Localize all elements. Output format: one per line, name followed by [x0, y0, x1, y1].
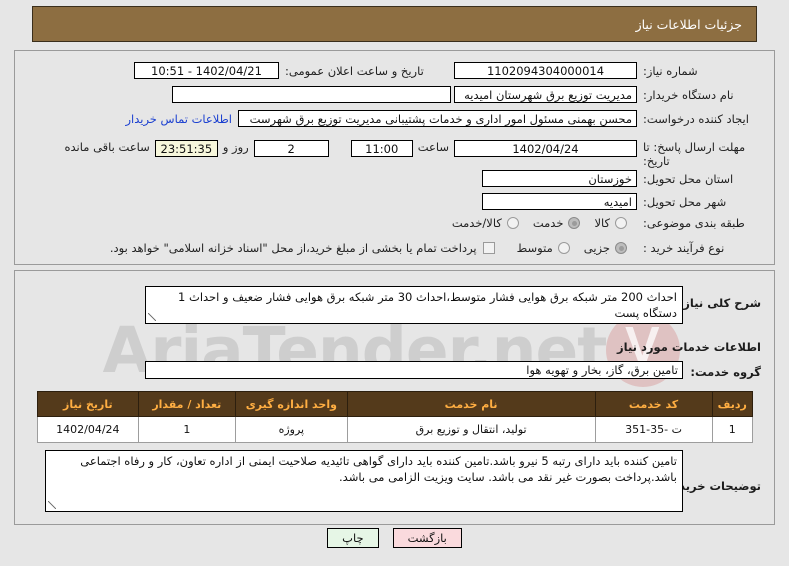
back-button[interactable]: بازگشت: [392, 528, 462, 548]
process-row: نوع فرآیند خرید : جزیی متوسط پرداخت تمام…: [110, 241, 757, 255]
category-row: طبقه بندی موضوعی: کالا خدمت کالا/خدمت: [452, 216, 757, 230]
process-radio-motavaset[interactable]: [557, 242, 570, 254]
buyer-org-label: نام دستگاه خریدار:: [643, 87, 734, 102]
th-need-date: تاریخ نیاز: [37, 391, 139, 417]
city-field[interactable]: امیدیه: [482, 193, 637, 210]
city-row: شهر محل تحویل: امیدیه: [482, 193, 757, 210]
th-service-name: نام خدمت: [346, 391, 596, 417]
table-row: 1 ت -35-351 تولید، انتقال و توزیع برق پر…: [37, 416, 754, 443]
deadline-row: مهلت ارسال پاسخ: تا تاریخ: 1402/04/24 سا…: [65, 140, 758, 168]
category-option-label-0: کالا: [594, 216, 610, 230]
need-number-label: شماره نیاز:: [643, 63, 698, 78]
cell-unit: پروژه: [234, 416, 348, 443]
buyer-notes-textarea[interactable]: تامین کننده باید دارای رتبه 5 نیرو باشد.…: [45, 450, 683, 512]
description-textarea[interactable]: احداث 200 متر شبکه برق هوایی فشار متوسط،…: [145, 286, 683, 324]
process-radio-jozi[interactable]: [615, 242, 627, 254]
treasury-note-label: پرداخت تمام یا بخشی از مبلغ خرید،از محل …: [109, 241, 477, 255]
countdown-label: ساعت باقی مانده: [64, 140, 150, 154]
cell-service-code: ت -35-351: [594, 416, 713, 443]
category-label: طبقه بندی موضوعی:: [643, 216, 745, 230]
cell-radif: 1: [711, 416, 754, 443]
description-label: شرح کلی نیاز:: [678, 296, 761, 310]
services-section-heading: اطلاعات خدمات مورد نیاز: [617, 340, 761, 354]
category-radio-khedmat[interactable]: [568, 217, 581, 229]
need-number-row: شماره نیاز: 1102094304000014: [454, 62, 757, 79]
province-field[interactable]: خوزستان: [482, 170, 637, 187]
service-group-label: گروه خدمت:: [690, 365, 761, 379]
th-radif: ردیف: [711, 391, 754, 417]
category-option-label-2: کالا/خدمت: [451, 216, 502, 230]
remaining-days-label: روز و: [222, 140, 249, 154]
need-number-field[interactable]: 1102094304000014: [454, 62, 637, 79]
requester-label: ایجاد کننده درخواست:: [643, 111, 749, 126]
th-unit: واحد اندازه گیری: [234, 391, 348, 417]
deadline-time-label: ساعت: [417, 140, 449, 154]
category-option-label-1: خدمت: [532, 216, 564, 230]
remaining-days-field[interactable]: 2: [253, 140, 329, 157]
th-quantity: تعداد / مقدار: [137, 391, 236, 417]
process-option-label-1: متوسط: [516, 241, 553, 255]
buyer-contact-link[interactable]: اطلاعات تماس خریدار: [125, 112, 232, 126]
requester-field[interactable]: محسن بهمنی مسئول امور اداری و خدمات پشتی…: [238, 110, 637, 127]
print-button[interactable]: چاپ: [327, 528, 379, 548]
th-service-code: کد خدمت: [594, 391, 713, 417]
category-radio-kala[interactable]: [615, 217, 627, 229]
announce-datetime-label: تاریخ و ساعت اعلان عمومی:: [285, 63, 424, 78]
process-label: نوع فرآیند خرید :: [643, 241, 725, 255]
announce-datetime-field[interactable]: 1402/04/21 - 10:51: [134, 62, 279, 79]
province-row: استان محل تحویل: خوزستان: [482, 170, 757, 187]
requester-row: ایجاد کننده درخواست: محسن بهمنی مسئول ام…: [125, 110, 757, 127]
category-radio-kala-khedmat[interactable]: [506, 217, 519, 229]
deadline-date-field[interactable]: 1402/04/24: [454, 140, 637, 157]
treasury-checkbox[interactable]: [482, 242, 495, 254]
action-button-bar: بازگشت چاپ: [0, 528, 789, 548]
deadline-time-field[interactable]: 11:00: [350, 140, 413, 157]
buyer-org-field[interactable]: مدیریت توزیع برق شهرستان امیدیه: [454, 86, 637, 103]
service-group-field[interactable]: تامین برق، گاز، بخار و تهویه هوا: [145, 361, 683, 379]
countdown-timer-field: 23:51:35: [154, 140, 218, 157]
cell-service-name: تولید، انتقال و توزیع برق: [346, 416, 596, 443]
page-root: AriaTender.net جزئیات اطلاعات نیاز شماره…: [0, 0, 789, 566]
buyer-org-secondary-field[interactable]: [172, 86, 451, 103]
page-title: جزئیات اطلاعات نیاز: [635, 16, 742, 32]
cell-quantity: 1: [137, 416, 236, 443]
deadline-label: مهلت ارسال پاسخ: تا تاریخ:: [643, 140, 746, 168]
table-header-row: ردیف کد خدمت نام خدمت واحد اندازه گیری ت…: [37, 391, 754, 417]
process-option-label-0: جزیی: [583, 241, 610, 255]
cell-need-date: 1402/04/24: [37, 416, 139, 443]
province-label: استان محل تحویل:: [643, 171, 734, 186]
buyer-org-row: نام دستگاه خریدار: مدیریت توزیع برق شهرس…: [172, 86, 757, 103]
services-table: ردیف کد خدمت نام خدمت واحد اندازه گیری ت…: [37, 391, 754, 443]
announce-datetime-row: تاریخ و ساعت اعلان عمومی: 1402/04/21 - 1…: [134, 62, 441, 79]
city-label: شهر محل تحویل:: [643, 194, 727, 209]
window-title-bar: جزئیات اطلاعات نیاز: [32, 6, 757, 42]
